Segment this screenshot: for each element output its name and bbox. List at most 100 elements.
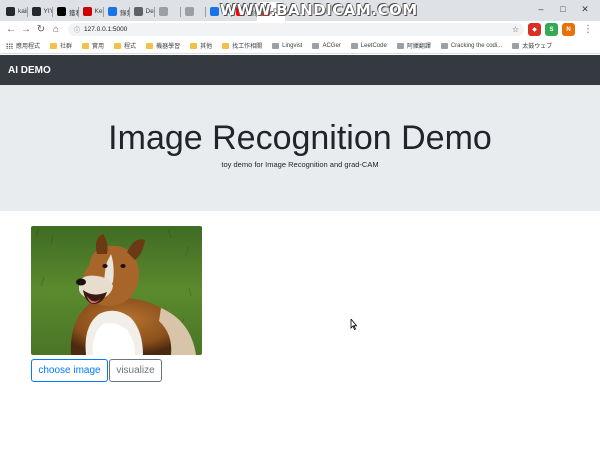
browser-tab[interactable]: 揚播 <box>232 2 258 21</box>
site-info-icon[interactable]: ⓘ <box>74 25 80 34</box>
uploaded-dog-image <box>31 226 202 355</box>
page-icon <box>184 7 194 16</box>
close-tab-icon[interactable]: ✕ <box>281 8 285 16</box>
browser-tab[interactable]: Face <box>206 2 232 21</box>
bookmark-item[interactable]: Cracking the codi... <box>440 42 503 49</box>
bookmark-item[interactable]: 其他 <box>190 41 212 50</box>
collie-photo <box>31 226 202 355</box>
tab-label: YIYIN <box>43 8 54 15</box>
browser-tab[interactable]: Di ✕ <box>257 2 285 21</box>
bookmark-label: Lingvist <box>282 42 303 49</box>
menu-icon[interactable]: ⋮ <box>581 23 595 37</box>
bookmark-label: ACGer <box>322 42 341 49</box>
folder-icon <box>222 42 230 49</box>
tab-strip: kairoYIYIN獲利Keras錄頻DepthFace揚播Di✕+ <box>0 0 600 21</box>
bookmark-label: 程式 <box>124 44 137 50</box>
page-subtitle: toy demo for Image Recognition and grad-… <box>221 160 379 169</box>
browser-toolbar: ← → ↻ ⌂ ⓘ 127.0.0.1:5000 ☆ ◆ S N ⋮ <box>0 21 600 38</box>
tab-label: kairo <box>18 8 28 15</box>
browser-tab[interactable] <box>181 2 207 21</box>
bookmark-label: LeetCode <box>360 42 387 49</box>
bookmark-item[interactable]: 實用 <box>82 41 104 50</box>
jumbotron: Image Recognition Demo toy demo for Imag… <box>0 85 600 211</box>
home-button[interactable]: ⌂ <box>49 23 63 37</box>
site-navbar: AI DEMO <box>0 55 600 85</box>
extension-icon[interactable]: ◆ <box>528 23 541 36</box>
bookmark-item[interactable]: 社群 <box>50 41 72 50</box>
app-icon <box>261 7 270 16</box>
address-text: 127.0.0.1:5000 <box>84 26 128 33</box>
new-tab-button[interactable]: + <box>289 2 303 21</box>
bookmark-label: 應用程式 <box>16 44 41 50</box>
browser-tab[interactable]: Depth <box>130 2 156 21</box>
bookmark-label: 實用 <box>92 44 105 50</box>
stackoverflow-icon <box>210 7 219 16</box>
tab-label: 錄頻 <box>120 9 130 17</box>
page-icon <box>312 42 320 49</box>
bookmark-item[interactable]: 程式 <box>114 41 136 50</box>
minimize-button[interactable]: – <box>530 2 552 16</box>
bookmark-star-icon[interactable]: ☆ <box>512 25 519 34</box>
bookmark-label: 太鼓ウェブ <box>522 44 553 50</box>
extension-icon[interactable]: S <box>545 23 558 36</box>
browser-tab[interactable] <box>155 2 181 21</box>
bookmarks-bar: 應用程式 社群 實用 程式 機器學習 其他 找工作相關 Lingvist ACGer LeetCo… <box>0 38 600 54</box>
folder-icon <box>146 42 154 49</box>
page-icon <box>272 42 280 49</box>
browser-tab[interactable]: Keras <box>79 2 105 21</box>
tab-label: Face <box>222 8 232 15</box>
brand-link[interactable]: AI DEMO <box>8 65 51 76</box>
bookmark-label: 找工作相關 <box>232 44 263 50</box>
bookmark-item[interactable]: 阿嬤翻譯 <box>396 41 431 50</box>
github-icon <box>31 7 41 16</box>
bookmark-label: 機器學習 <box>156 44 181 50</box>
maximize-button[interactable]: □ <box>552 2 574 16</box>
page-icon <box>440 42 448 49</box>
bookmark-item[interactable]: Lingvist <box>272 42 303 49</box>
browser-tab[interactable]: YIYIN <box>28 2 54 21</box>
keras-icon <box>82 7 92 16</box>
bookmark-label: Cracking the codi... <box>450 42 503 49</box>
tab-label: Depth <box>145 8 156 15</box>
tab-label: 獲利 <box>69 9 79 17</box>
folder-icon <box>114 42 122 49</box>
page-icon <box>133 7 143 16</box>
browser-tab[interactable]: 錄頻 <box>104 2 130 21</box>
bookmark-label: 其他 <box>200 44 213 50</box>
youtube-icon <box>235 7 245 16</box>
folder-icon <box>50 42 58 49</box>
back-button[interactable]: ← <box>4 23 18 37</box>
tab-label: 揚播 <box>247 9 258 17</box>
tab-label: Di <box>273 8 280 15</box>
reload-button[interactable]: ↻ <box>34 23 48 37</box>
tab-label: Keras <box>94 8 105 15</box>
page-icon <box>108 7 117 16</box>
extension-icon[interactable]: N <box>562 23 575 36</box>
bookmark-item[interactable]: 太鼓ウェブ <box>512 41 552 50</box>
choose-image-button[interactable]: choose image <box>31 359 108 382</box>
mouse-cursor-icon <box>350 319 357 330</box>
folder-icon <box>82 42 90 49</box>
bookmark-item[interactable]: 找工作相關 <box>222 41 262 50</box>
medium-icon <box>57 7 66 16</box>
close-window-button[interactable]: ✕ <box>574 2 596 16</box>
page-title: Image Recognition Demo <box>108 119 492 157</box>
visualize-button[interactable]: visualize <box>109 359 162 382</box>
forward-button[interactable]: → <box>19 23 33 37</box>
github-icon <box>6 7 15 16</box>
browser-tab[interactable]: 獲利 <box>53 2 79 21</box>
address-bar[interactable]: ⓘ 127.0.0.1:5000 ☆ <box>68 23 524 36</box>
page-icon <box>159 7 168 16</box>
page-icon <box>350 42 358 49</box>
page-icon <box>396 42 404 49</box>
browser-tab[interactable]: kairo <box>2 2 28 21</box>
bookmark-item[interactable]: 機器學習 <box>146 41 180 50</box>
bookmark-label: 阿嬤翻譯 <box>406 44 431 50</box>
bookmark-item[interactable]: LeetCode <box>350 42 387 49</box>
bookmark-item[interactable]: ACGer <box>312 42 341 49</box>
extensions-area: ◆ S N <box>524 23 575 36</box>
bookmark-label: 社群 <box>60 44 73 50</box>
apps-grid-icon <box>6 42 13 49</box>
window-controls: – □ ✕ <box>530 2 596 16</box>
bookmark-item[interactable]: 應用程式 <box>6 41 40 50</box>
